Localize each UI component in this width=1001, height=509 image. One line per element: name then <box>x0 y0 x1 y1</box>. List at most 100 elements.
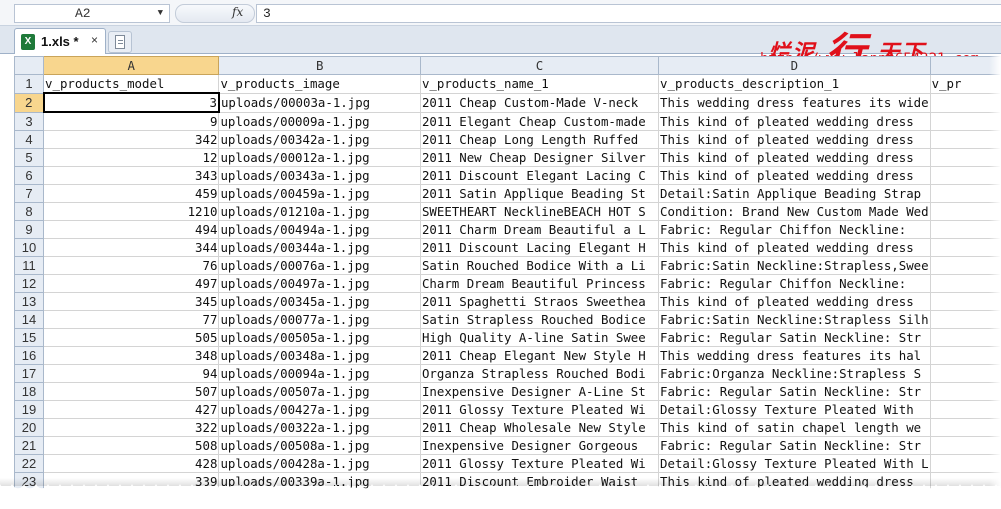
cell-model[interactable]: 428 <box>43 454 220 473</box>
column-header-a[interactable]: A <box>43 56 220 75</box>
cell-model[interactable]: 343 <box>43 166 220 185</box>
row-header[interactable]: 17 <box>14 364 45 383</box>
spreadsheet-grid[interactable]: A B C D E 1 v_products_model v_products_… <box>14 56 1001 509</box>
cell-image[interactable]: uploads/00427a-1.jpg <box>218 400 421 419</box>
row-header[interactable]: 9 <box>14 220 45 239</box>
cell-description[interactable]: This kind of pleated wedding dress <box>658 111 931 131</box>
cell-model[interactable]: 12 <box>43 148 220 167</box>
cell-model[interactable]: 1210 <box>43 202 220 221</box>
cell-image[interactable]: uploads/00497a-1.jpg <box>218 274 421 293</box>
cell-image[interactable]: uploads/00076a-1.jpg <box>218 256 421 275</box>
cell[interactable]: v_products_description_1 <box>658 74 931 94</box>
cell-image[interactable]: uploads/00003a-1.jpg <box>218 92 421 113</box>
name-box[interactable]: A2 ▼ <box>14 4 170 23</box>
cell-description[interactable]: Detail:Glossy Texture Pleated With L <box>658 454 931 473</box>
cell-image[interactable]: uploads/00348a-1.jpg <box>218 346 421 365</box>
cell-image[interactable]: uploads/00012a-1.jpg <box>218 148 421 167</box>
cell-description[interactable]: Condition: Brand New Custom Made Wed <box>658 202 931 221</box>
row-header[interactable]: 21 <box>14 436 45 455</box>
row-header[interactable]: 16 <box>14 346 45 365</box>
cell-model[interactable]: 497 <box>43 274 220 293</box>
cell[interactable]: v_products_model <box>43 74 220 94</box>
new-tab-button[interactable] <box>108 31 132 53</box>
cell-description[interactable]: Fabric: Regular Satin Neckline: Str <box>658 328 931 347</box>
cell-model[interactable]: 508 <box>43 436 220 455</box>
cell-model[interactable]: 77 <box>43 310 220 329</box>
row-header[interactable]: 7 <box>14 184 45 203</box>
cell-model[interactable]: 494 <box>43 220 220 239</box>
cell-description[interactable]: This kind of pleated wedding dress <box>658 238 931 257</box>
cell-model[interactable]: 342 <box>43 130 220 149</box>
cell-name[interactable]: 2011 Satin Applique Beading St <box>419 184 660 203</box>
cell-image[interactable]: uploads/00077a-1.jpg <box>218 310 421 329</box>
cell-name[interactable]: Satin Strapless Rouched Bodice <box>419 310 660 329</box>
cell-name[interactable]: 2011 Spaghetti Straos Sweethea <box>419 292 660 311</box>
cell-description[interactable]: Detail:Satin Applique Beading Strap <box>658 184 931 203</box>
cell-name[interactable]: 2011 Cheap Elegant New Style H <box>419 346 660 365</box>
cell-description[interactable]: This wedding dress features its wide <box>658 92 931 113</box>
cell-image[interactable]: uploads/00345a-1.jpg <box>218 292 421 311</box>
cell-model[interactable]: 3 <box>42 92 220 113</box>
row-header[interactable]: 2 <box>14 92 45 113</box>
cell-image[interactable]: uploads/00508a-1.jpg <box>218 436 421 455</box>
row-header[interactable]: 4 <box>14 130 45 149</box>
cell-image[interactable]: uploads/00494a-1.jpg <box>218 220 421 239</box>
cell-name[interactable]: SWEETHEART NecklineBEACH HOT S <box>419 202 660 221</box>
row-header[interactable]: 19 <box>14 400 45 419</box>
cell-image[interactable]: uploads/00507a-1.jpg <box>218 382 421 401</box>
cell-name[interactable]: 2011 Cheap Custom-Made V-neck <box>419 92 660 113</box>
cell-model[interactable]: 344 <box>43 238 220 257</box>
cell-model[interactable]: 322 <box>43 418 220 437</box>
fx-icon[interactable]: fx <box>232 5 243 19</box>
row-header[interactable]: 11 <box>14 256 45 275</box>
cell-description[interactable]: Fabric: Regular Chiffon Neckline: <box>658 274 931 293</box>
cell-model[interactable]: 459 <box>43 184 220 203</box>
cell-image[interactable]: uploads/00009a-1.jpg <box>218 111 421 131</box>
cell-model[interactable]: 94 <box>43 364 220 383</box>
row-header[interactable]: 22 <box>14 454 45 473</box>
cell-description[interactable]: Fabric:Organza Neckline:Strapless S <box>658 364 931 383</box>
row-header[interactable]: 12 <box>14 274 45 293</box>
cell-image[interactable]: uploads/00322a-1.jpg <box>218 418 421 437</box>
cell-name[interactable]: Inexpensive Designer A-Line St <box>419 382 660 401</box>
cell-name[interactable]: 2011 Glossy Texture Pleated Wi <box>419 454 660 473</box>
close-icon[interactable]: × <box>91 33 98 47</box>
cell-name[interactable]: 2011 Cheap Long Length Ruffed <box>419 130 660 149</box>
cell-description[interactable]: This kind of pleated wedding dress <box>658 130 931 149</box>
cell-name[interactable]: Inexpensive Designer Gorgeous <box>419 436 660 455</box>
cell-name[interactable]: 2011 Discount Lacing Elegant H <box>419 238 660 257</box>
column-header-b[interactable]: B <box>218 56 421 75</box>
column-header-c[interactable]: C <box>419 56 660 75</box>
cell-model[interactable]: 345 <box>43 292 220 311</box>
row-header[interactable]: 8 <box>14 202 45 221</box>
cell-model[interactable]: 507 <box>43 382 220 401</box>
row-header[interactable]: 13 <box>14 292 45 311</box>
cell-name[interactable]: 2011 Glossy Texture Pleated Wi <box>419 400 660 419</box>
cell-name[interactable]: 2011 New Cheap Designer Silver <box>419 148 660 167</box>
cell-name[interactable]: High Quality A-line Satin Swee <box>419 328 660 347</box>
cell-image[interactable]: uploads/00094a-1.jpg <box>218 364 421 383</box>
row-header[interactable]: 6 <box>14 166 45 185</box>
row-header[interactable]: 18 <box>14 382 45 401</box>
cell-name[interactable]: Organza Strapless Rouched Bodi <box>419 364 660 383</box>
cell-image[interactable]: uploads/00343a-1.jpg <box>218 166 421 185</box>
cell-description[interactable]: Fabric: Regular Chiffon Neckline: <box>658 220 931 239</box>
cell-name[interactable]: Charm Dream Beautiful Princess <box>419 274 660 293</box>
cell-model[interactable]: 348 <box>43 346 220 365</box>
row-header[interactable]: 1 <box>14 74 45 94</box>
row-header[interactable]: 20 <box>14 418 45 437</box>
cell-description[interactable]: Fabric: Regular Satin Neckline: Str <box>658 382 931 401</box>
cell-description[interactable]: Detail:Glossy Texture Pleated With <box>658 400 931 419</box>
cell-description[interactable]: Fabric:Satin Neckline:Strapless,Swee <box>658 256 931 275</box>
row-header[interactable]: 15 <box>14 328 45 347</box>
cell-name[interactable]: 2011 Charm Dream Beautiful a L <box>419 220 660 239</box>
cell-model[interactable]: 76 <box>43 256 220 275</box>
cell-model[interactable]: 505 <box>43 328 220 347</box>
cell-description[interactable]: This kind of satin chapel length we <box>658 418 931 437</box>
cell-image[interactable]: uploads/00342a-1.jpg <box>218 130 421 149</box>
cell-model[interactable]: 9 <box>43 111 220 131</box>
cell-description[interactable]: Fabric:Satin Neckline:Strapless Silh <box>658 310 931 329</box>
cell-image[interactable]: uploads/00459a-1.jpg <box>218 184 421 203</box>
chevron-down-icon[interactable]: ▼ <box>158 5 163 22</box>
cell-description[interactable]: Fabric: Regular Satin Neckline: Str <box>658 436 931 455</box>
